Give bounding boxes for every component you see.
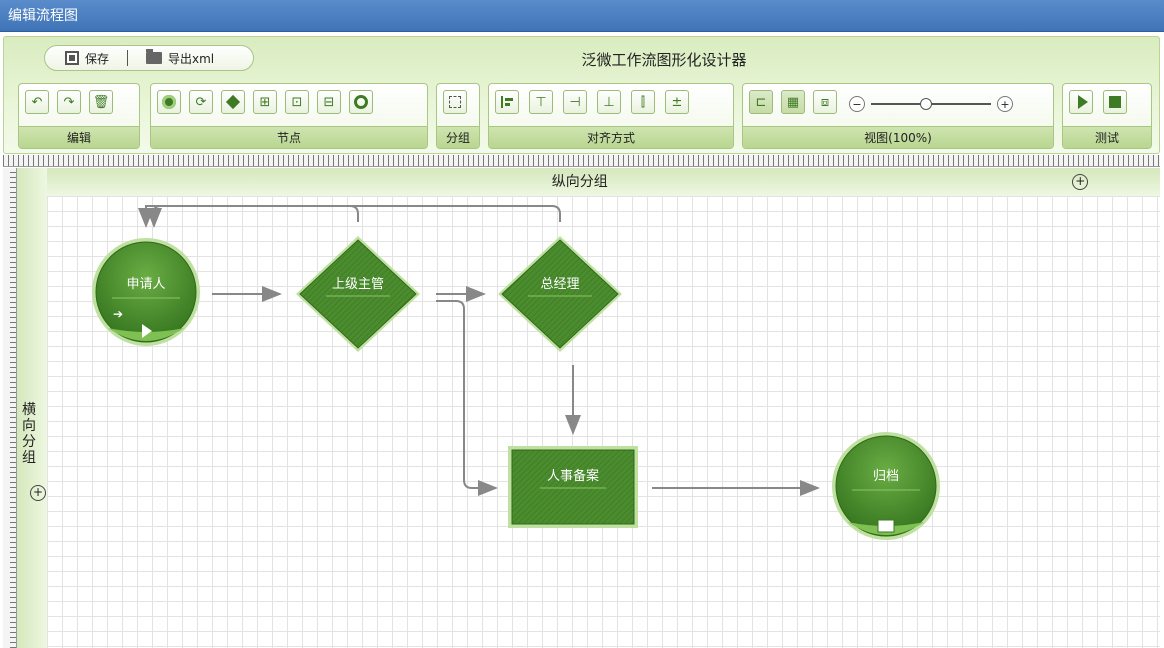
- app-title: 泛微工作流图形化设计器: [581, 51, 747, 69]
- flow-canvas[interactable]: [47, 196, 1160, 648]
- delete-icon[interactable]: 🗑: [89, 90, 113, 114]
- toolbar-group-align: ⊤ ⊣ ⊥ ⫿ ± 对齐方式: [488, 83, 734, 149]
- file-bar: 保存 导出xml: [44, 45, 254, 71]
- horizontal-ruler: [3, 155, 1160, 167]
- zoom-in-icon[interactable]: +: [997, 96, 1013, 112]
- stop-test-icon[interactable]: [1103, 90, 1127, 114]
- zoom-slider-knob[interactable]: [919, 98, 932, 110]
- loop-node-icon[interactable]: ⟳: [189, 90, 213, 114]
- toolbar-area: 保存 导出xml 泛微工作流图形化设计器 ↶ ↷ 🗑 编辑 ⟳ ⊞ ⊡ ⊟ 节点: [3, 36, 1160, 154]
- undo-icon[interactable]: ↶: [25, 90, 49, 114]
- zoom-control: − +: [849, 90, 1013, 118]
- redo-icon[interactable]: ↷: [57, 90, 81, 114]
- vertical-swimlane-add-icon[interactable]: [1072, 173, 1089, 190]
- horizontal-swimlane-label: 横向分组: [22, 402, 36, 466]
- group-icon[interactable]: [443, 90, 467, 114]
- align-left-icon[interactable]: [495, 90, 519, 114]
- fit-view-icon[interactable]: ⧈: [813, 90, 837, 114]
- divider: [127, 50, 129, 66]
- login-icon: ➔: [113, 307, 123, 321]
- vertical-swimlane-header: 纵向分组: [20, 168, 1160, 196]
- toolbar-group-node: ⟳ ⊞ ⊡ ⊟ 节点: [150, 83, 428, 149]
- group-label-node: 节点: [151, 126, 427, 148]
- align-top-icon[interactable]: ⊤: [529, 90, 553, 114]
- toolbar-group-group: 分组: [436, 83, 480, 149]
- folder-icon: [146, 49, 163, 64]
- toolbar-group-edit: ↶ ↷ 🗑 编辑: [18, 83, 140, 149]
- export-label: 导出xml: [168, 51, 215, 66]
- export-xml-button[interactable]: 导出xml: [146, 49, 215, 67]
- align-right-icon[interactable]: ⊣: [563, 90, 587, 114]
- group-label-align: 对齐方式: [489, 126, 733, 148]
- group-label-group: 分组: [437, 126, 479, 148]
- toolbar-group-test: 测试: [1062, 83, 1152, 149]
- horizontal-swimlane-add-icon[interactable]: [30, 484, 46, 501]
- ruler-toggle-icon[interactable]: ▦: [781, 90, 805, 114]
- align-center-h-icon[interactable]: ⫿: [631, 90, 655, 114]
- group-label-edit: 编辑: [19, 126, 139, 148]
- branch-node-icon[interactable]: ⊞: [253, 90, 277, 114]
- end-node-icon[interactable]: [349, 90, 373, 114]
- group-label-view: 视图(100%): [743, 126, 1053, 148]
- archive-icon: [877, 519, 895, 533]
- node-archive[interactable]: 归档: [832, 432, 940, 540]
- node-hr-record[interactable]: 人事备案: [508, 446, 638, 528]
- align-center-v-icon[interactable]: ±: [665, 90, 689, 114]
- zoom-slider[interactable]: [871, 96, 991, 112]
- subprocess-node-icon[interactable]: ⊟: [317, 90, 341, 114]
- merge-node-icon[interactable]: ⊡: [285, 90, 309, 114]
- node-archive-label: 归档: [873, 469, 899, 484]
- vertical-swimlane-label: 纵向分组: [551, 174, 608, 190]
- window-title: 编辑流程图: [0, 0, 1164, 32]
- group-label-test: 测试: [1063, 126, 1151, 148]
- grid-toggle-icon[interactable]: ⊏: [749, 90, 773, 114]
- node-applicant-label: 申请人: [126, 277, 165, 292]
- save-icon: [65, 51, 79, 65]
- node-general-manager-label: 总经理: [540, 277, 579, 292]
- toolbar-group-view: ⊏ ▦ ⧈ − + 视图(100%): [742, 83, 1054, 149]
- zoom-out-icon[interactable]: −: [849, 96, 865, 112]
- save-button[interactable]: 保存: [65, 50, 109, 67]
- start-node-icon[interactable]: [157, 90, 181, 114]
- vertical-ruler: [3, 168, 17, 648]
- run-test-icon[interactable]: [1069, 90, 1093, 114]
- save-label: 保存: [85, 51, 110, 66]
- align-bottom-icon[interactable]: ⊥: [597, 90, 621, 114]
- node-hr-record-label: 人事备案: [547, 468, 599, 484]
- node-supervisor-label: 上级主管: [332, 277, 384, 292]
- node-applicant[interactable]: ➔ 申请人: [92, 238, 200, 346]
- decision-node-icon[interactable]: [221, 90, 245, 114]
